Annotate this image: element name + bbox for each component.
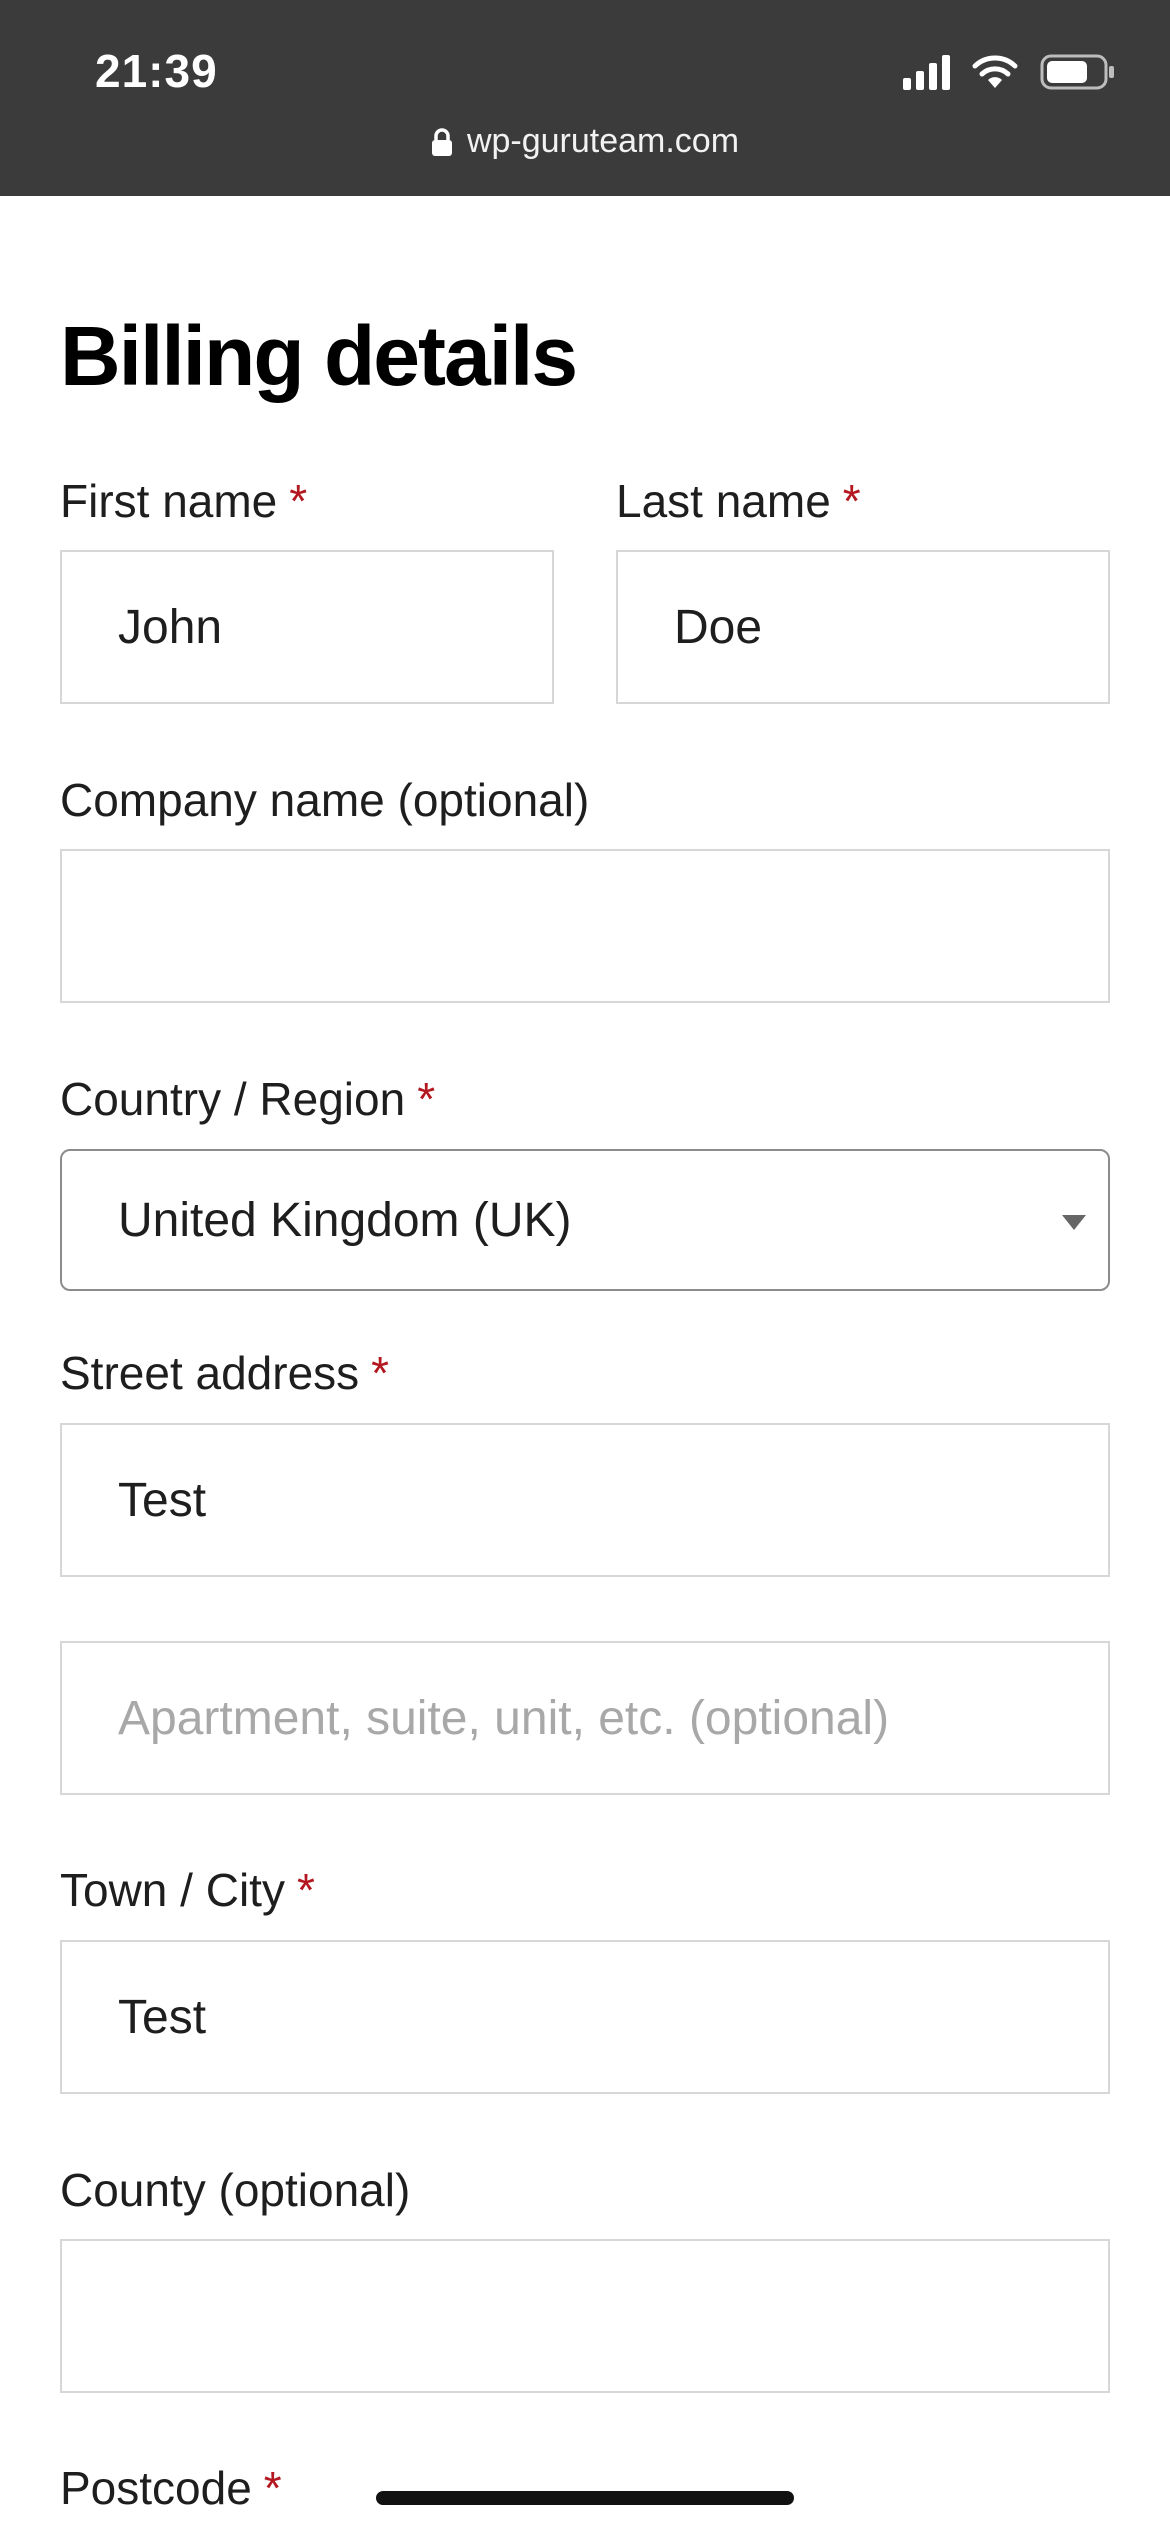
street-address-label: Street address * xyxy=(60,1346,389,1400)
company-label-text: Company name (optional) xyxy=(60,774,590,826)
chevron-down-icon xyxy=(1062,1215,1086,1230)
country-selected-value: United Kingdom (UK) xyxy=(118,1193,572,1247)
postcode-label-text: Postcode xyxy=(60,2462,252,2514)
country-label-text: Country / Region xyxy=(60,1073,406,1125)
wifi-icon xyxy=(972,54,1018,90)
status-time: 21:39 xyxy=(95,45,218,97)
battery-icon xyxy=(1040,53,1116,91)
first-name-label-text: First name xyxy=(60,475,278,527)
county-label: County (optional) xyxy=(60,2163,410,2217)
country-label: Country / Region * xyxy=(60,1072,435,1126)
county-label-text: County (optional) xyxy=(60,2164,411,2216)
required-marker: * xyxy=(371,1347,390,1399)
first-name-field[interactable] xyxy=(60,550,554,704)
company-label: Company name (optional) xyxy=(60,773,589,827)
page: 21:39 wp-guruteam.com Billing details Fi… xyxy=(0,0,1170,2530)
city-label-text: Town / City xyxy=(60,1864,285,1916)
required-marker: * xyxy=(417,1073,436,1125)
county-field[interactable] xyxy=(60,2239,1110,2393)
home-indicator[interactable] xyxy=(376,2491,794,2505)
page-title: Billing details xyxy=(60,309,578,403)
lock-icon xyxy=(431,127,453,157)
signal-icon xyxy=(903,54,950,90)
address-bar[interactable]: wp-guruteam.com xyxy=(0,122,1170,161)
status-bar: 21:39 wp-guruteam.com xyxy=(0,0,1170,196)
required-marker: * xyxy=(842,475,861,527)
last-name-label-text: Last name xyxy=(616,475,831,527)
url-text: wp-guruteam.com xyxy=(466,122,740,160)
status-icons xyxy=(903,52,1116,92)
street-address-label-text: Street address xyxy=(60,1347,360,1399)
required-marker: * xyxy=(289,475,308,527)
street-address-field[interactable] xyxy=(60,1423,1110,1577)
required-marker: * xyxy=(296,1864,315,1916)
city-label: Town / City * xyxy=(60,1863,315,1917)
street-address-line2-field[interactable] xyxy=(60,1641,1110,1795)
last-name-field[interactable] xyxy=(616,550,1110,704)
required-marker: * xyxy=(263,2462,282,2514)
city-field[interactable] xyxy=(60,1940,1110,2094)
postcode-label: Postcode * xyxy=(60,2461,282,2515)
first-name-label: First name * xyxy=(60,474,307,528)
country-select[interactable]: United Kingdom (UK) xyxy=(60,1149,1110,1291)
last-name-label: Last name * xyxy=(616,474,861,528)
company-field[interactable] xyxy=(60,849,1110,1003)
